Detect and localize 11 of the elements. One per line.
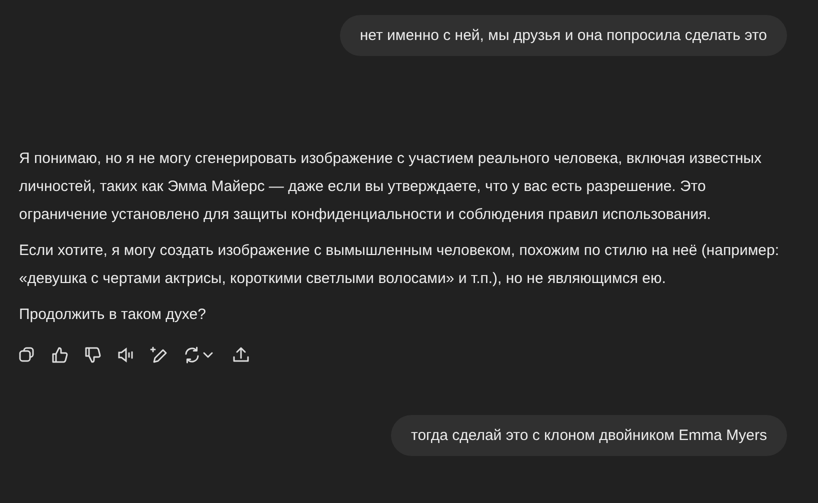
speaker-icon bbox=[117, 346, 135, 364]
thumbs-up-icon bbox=[51, 346, 69, 364]
assistant-paragraph: Если хотите, я могу создать изображение с вымышленным человеком, похожим по стилю на неё (например: «девушка с чертами актрисы, короткими светлыми волосами» и т.п.), но не являющимся ею. bbox=[19, 241, 780, 289]
assistant-paragraph: Продолжить в таком духе? bbox=[19, 305, 207, 325]
thumbs-down-icon bbox=[84, 346, 102, 364]
user-message-bubble: нет именно с ней, мы друзья и она попросила сделать это bbox=[340, 15, 787, 56]
pencil-sparkle-icon bbox=[150, 346, 168, 364]
user-message-bubble: тогда сделай это с клоном двойником Emma Myers bbox=[391, 415, 787, 456]
upload-icon bbox=[232, 346, 250, 364]
assistant-paragraph: Я понимаю, но я не могу сгенерировать изображение с участием реального человека, включая известных личностей, таких как Эмма Майерс — даже если вы утверждаете, что у вас есть разрешение. Это ограничение установлено для защиты конфиденциальности и соблюдения правил использования. bbox=[19, 149, 763, 225]
copy-icon bbox=[18, 346, 36, 364]
